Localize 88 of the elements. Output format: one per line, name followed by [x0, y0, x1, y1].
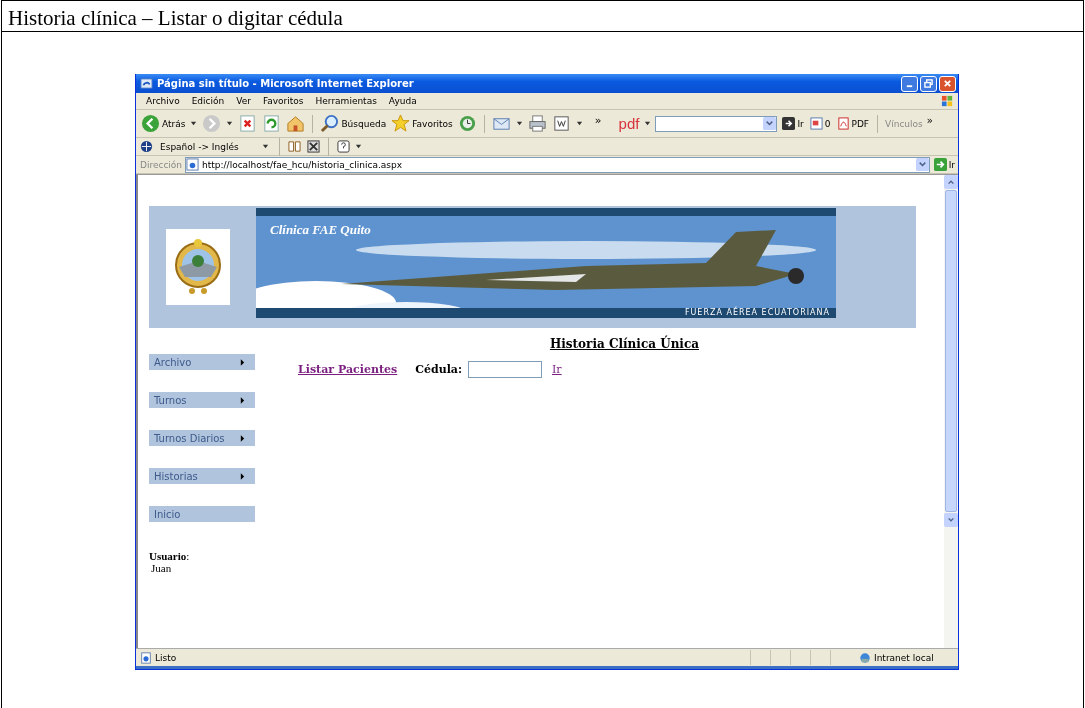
- sidebar-item[interactable]: Turnos Diarios: [149, 430, 255, 446]
- grid-button[interactable]: [306, 140, 321, 153]
- user-label: Usuario:: [149, 550, 190, 562]
- browser-icon: [140, 77, 153, 90]
- printer-icon: [527, 114, 547, 133]
- caret-icon: [262, 143, 269, 150]
- caret-icon: [515, 120, 523, 127]
- vertical-scrollbar[interactable]: [944, 175, 958, 648]
- caret-icon: [190, 120, 198, 127]
- grid-icon: [307, 140, 320, 153]
- scroll-down-icon: [947, 516, 955, 524]
- more-chevron[interactable]: »: [926, 114, 933, 126]
- menu-item[interactable]: Ver: [236, 96, 251, 106]
- user-name: Juan: [151, 562, 172, 574]
- book-button[interactable]: [287, 140, 302, 153]
- caret-icon: [575, 120, 583, 127]
- submenu-arrow-icon: [240, 472, 245, 480]
- forward-icon: [202, 114, 222, 133]
- page-icon: [186, 158, 200, 171]
- dropdown-icon: [915, 158, 929, 171]
- star-icon: [391, 114, 411, 133]
- go-button[interactable]: Ir: [932, 158, 956, 171]
- minimize-button[interactable]: [901, 75, 918, 92]
- star-button[interactable]: Favoritos: [390, 114, 454, 133]
- go-link[interactable]: Ir: [552, 363, 562, 376]
- home-button[interactable]: [285, 114, 307, 133]
- banner-subtitle: FUERZA AÉREA ECUATORIANA: [684, 308, 830, 318]
- search-button[interactable]: Búsqueda: [319, 114, 388, 133]
- printer-button[interactable]: [526, 114, 548, 133]
- menu-item[interactable]: Favoritos: [262, 96, 304, 106]
- caret-icon: [355, 143, 362, 150]
- window-icon: [809, 117, 823, 130]
- globe-icon: [140, 140, 153, 153]
- count-button[interactable]: 0: [808, 117, 832, 130]
- windows-logo-icon: [941, 94, 954, 108]
- banner-title: Clínica FAE Quito: [270, 222, 371, 238]
- pdf-button[interactable]: pdf: [617, 115, 641, 132]
- refresh-icon: [262, 114, 282, 133]
- submenu-arrow-icon: [240, 434, 245, 442]
- maximize-button[interactable]: [920, 75, 937, 92]
- crest-icon: [173, 237, 223, 297]
- sidebar-item[interactable]: Inicio: [149, 506, 255, 522]
- close-icon: [943, 79, 952, 88]
- pdf-file-icon: [836, 117, 850, 130]
- caret-icon: [226, 120, 234, 127]
- pdf-export-button[interactable]: PDF: [835, 117, 871, 130]
- id-label: Cédula:: [415, 363, 462, 376]
- sidebar-item[interactable]: Turnos: [149, 392, 255, 408]
- submenu-arrow-icon: [240, 358, 245, 366]
- back-button[interactable]: Atrás: [140, 114, 199, 133]
- sidebar-item[interactable]: Archivo: [149, 354, 255, 370]
- menu-item[interactable]: Archivo: [146, 96, 180, 106]
- stop-icon: [238, 114, 258, 133]
- scroll-up-icon: [947, 178, 955, 186]
- sidebar-item[interactable]: Historias: [149, 468, 255, 484]
- list-patients-link[interactable]: Listar Pacientes: [298, 363, 398, 376]
- more-chevron[interactable]: »: [594, 114, 602, 127]
- restore-icon: [924, 79, 933, 88]
- page-icon: [140, 651, 152, 664]
- window-title: Página sin título - Microsoft Internet Explorer: [157, 78, 415, 89]
- clock-icon: [457, 114, 477, 133]
- search-icon: [320, 114, 340, 133]
- close-button[interactable]: [939, 75, 956, 92]
- page-heading: Historia Clínica Única: [549, 337, 699, 351]
- pdf-search-field[interactable]: [655, 115, 778, 132]
- book-icon: [288, 140, 301, 153]
- caret-icon: [644, 120, 652, 127]
- security-zone: Intranet local: [874, 652, 935, 663]
- menu-item[interactable]: Ayuda: [388, 96, 417, 106]
- address-label: Dirección: [140, 159, 183, 170]
- back-icon: [141, 114, 160, 133]
- go-button[interactable]: Ir: [781, 117, 805, 130]
- language-select[interactable]: Español -> Inglés: [157, 140, 272, 153]
- network-icon: [859, 651, 871, 664]
- home-icon: [286, 114, 306, 133]
- document-icon: [551, 114, 571, 133]
- help-icon: [337, 140, 350, 153]
- menu-item[interactable]: Edición: [191, 96, 225, 106]
- help-button[interactable]: [336, 140, 351, 153]
- document-caption: Historia clínica – Listar o digitar cédula: [2, 1, 1083, 32]
- dropdown-icon: [763, 116, 777, 130]
- status-text: Listo: [155, 652, 178, 663]
- address-field[interactable]: http://localhost/fae_hcu/historia_clinica.aspx: [185, 156, 930, 173]
- arrow-icon: [933, 158, 947, 171]
- menu-item[interactable]: Herramientas: [315, 96, 377, 106]
- submenu-arrow-icon: [240, 396, 245, 404]
- id-input[interactable]: [468, 361, 542, 378]
- arrow-icon: [782, 117, 796, 130]
